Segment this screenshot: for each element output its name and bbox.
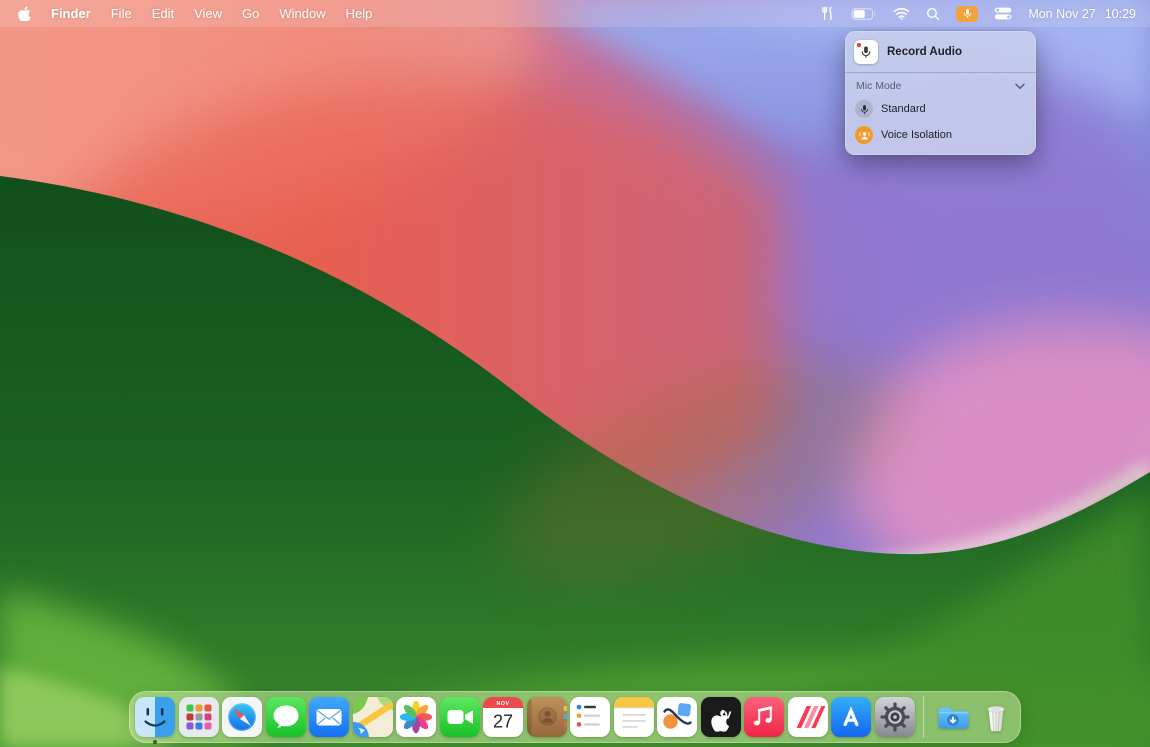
control-center-icon[interactable]: [986, 0, 1020, 27]
search-icon[interactable]: [918, 0, 948, 27]
voice-isolation-icon: [855, 126, 873, 144]
record-audio-row[interactable]: Record Audio: [845, 36, 1036, 72]
standard-mic-icon: [855, 100, 873, 118]
tv-label-text: tv: [720, 708, 731, 722]
mic-mode-option-standard[interactable]: Standard: [845, 96, 1036, 122]
menu-item-window[interactable]: Window: [269, 0, 335, 27]
dock-item-contacts[interactable]: [527, 697, 567, 737]
mic-mode-panel: Record Audio Mic Mode Standard: [845, 31, 1036, 155]
record-audio-label: Record Audio: [887, 46, 962, 58]
option-label: Voice Isolation: [881, 129, 952, 141]
chevron-down-icon: [1015, 83, 1025, 90]
dock-item-freeform[interactable]: [657, 697, 697, 737]
mic-mode-option-voice-isolation[interactable]: Voice Isolation: [845, 122, 1036, 148]
menu-bar-status: Mon Nov 27 10:29: [812, 0, 1138, 27]
menu-bar-clock[interactable]: Mon Nov 27 10:29: [1020, 7, 1138, 21]
record-dot: [857, 43, 861, 47]
dock-item-notes[interactable]: [614, 697, 654, 737]
wifi-icon[interactable]: [885, 0, 918, 27]
dock-item-messages[interactable]: [266, 697, 306, 737]
dock: NOV 27: [129, 691, 1021, 743]
dock-item-app-store[interactable]: [831, 697, 871, 737]
dock-item-trash[interactable]: [976, 697, 1016, 737]
finder-running-dot: [153, 740, 157, 744]
menu-item-help[interactable]: Help: [336, 0, 383, 27]
dock-item-facetime[interactable]: [440, 697, 480, 737]
menu-bar-left: Finder File Edit View Go Window Help: [12, 0, 382, 27]
microphone-icon: [956, 6, 978, 22]
dock-item-downloads[interactable]: [933, 697, 973, 737]
macos-desktop: Finder File Edit View Go Window Help: [0, 0, 1150, 747]
clock-time: 10:29: [1105, 7, 1136, 21]
dock-item-safari[interactable]: [222, 697, 262, 737]
clock-date: Mon Nov 27: [1028, 7, 1095, 21]
menu-bar: Finder File Edit View Go Window Help: [0, 0, 1150, 27]
dock-item-finder[interactable]: [135, 697, 175, 737]
apple-logo-icon: [18, 6, 31, 22]
battery-icon[interactable]: [843, 0, 885, 27]
dock-item-news[interactable]: [788, 697, 828, 737]
record-audio-app-icon: [854, 40, 878, 64]
menu-item-go[interactable]: Go: [232, 0, 269, 27]
dock-item-maps[interactable]: [353, 697, 393, 737]
fork-knife-icon[interactable]: [812, 0, 843, 27]
dock-separator: [923, 696, 924, 738]
calendar-day-text: 27: [493, 712, 513, 732]
menu-item-edit[interactable]: Edit: [142, 0, 184, 27]
dock-item-calendar[interactable]: NOV 27: [483, 697, 523, 737]
dock-item-system-settings[interactable]: [875, 697, 915, 737]
dock-item-reminders[interactable]: [570, 697, 610, 737]
mic-recording-indicator[interactable]: [948, 0, 986, 27]
menu-item-finder[interactable]: Finder: [41, 0, 101, 27]
dock-item-launchpad[interactable]: [179, 697, 219, 737]
mic-mode-header[interactable]: Mic Mode: [845, 73, 1036, 96]
apple-menu[interactable]: [12, 6, 41, 22]
option-label: Standard: [881, 103, 926, 115]
mic-mode-label: Mic Mode: [856, 80, 902, 92]
calendar-month-text: NOV: [496, 701, 509, 707]
dock-item-photos[interactable]: [396, 697, 436, 737]
dock-item-tv[interactable]: tv: [701, 697, 741, 737]
dock-item-mail[interactable]: [309, 697, 349, 737]
dock-item-music[interactable]: [744, 697, 784, 737]
menu-item-file[interactable]: File: [101, 0, 142, 27]
menu-item-view[interactable]: View: [184, 0, 232, 27]
